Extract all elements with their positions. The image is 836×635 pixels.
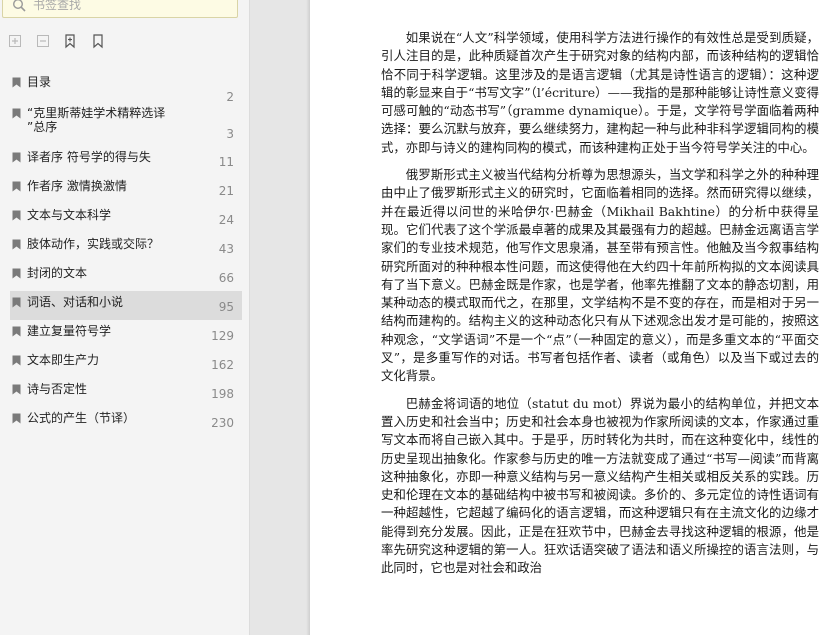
bookmark-label: 作者序 激情换激情 xyxy=(27,179,127,193)
bookmark-ribbon-icon xyxy=(93,34,103,49)
document-page[interactable]: 如果说在“人文”科学领域，使用科学方法进行操作的有效性总是受到质疑，引人注目的是… xyxy=(310,0,836,635)
bookmark-label: 肢体动作，实践或交际？ xyxy=(27,237,160,251)
viewer-background xyxy=(250,0,310,635)
bookmark-page-number: 3 xyxy=(226,127,234,141)
bookmark-page-number: 162 xyxy=(211,358,234,372)
bookmark-page-number: 95 xyxy=(218,300,234,314)
bookmark-label: 文本即生产力 xyxy=(27,353,100,367)
expand-all-button[interactable] xyxy=(6,32,24,50)
bookmark-label: 封闭的文本 xyxy=(27,266,88,280)
bookmark-search-box[interactable] xyxy=(2,0,238,18)
bookmark-toolbar xyxy=(0,32,249,52)
collapse-all-icon xyxy=(37,35,49,47)
paragraph: 如果说在“人文”科学领域，使用科学方法进行操作的有效性总是受到质疑，引人注目的是… xyxy=(381,30,819,155)
bookmark-page-number: 230 xyxy=(211,416,234,430)
expand-all-icon xyxy=(9,35,21,47)
paragraph: 巴赫金将词语的地位（statut du mot）界说为最小的结构单位，并把文本置… xyxy=(381,395,819,576)
bookmark-label: 建立复量符号学 xyxy=(27,324,112,338)
bookmark-label: 文本与文本科学 xyxy=(27,208,112,222)
bookmark-options-button[interactable] xyxy=(89,32,107,50)
paragraph: 俄罗斯形式主义被当代结构分析尊为思想源头，当文学和科学之外的种种理由中止了俄罗斯… xyxy=(381,167,819,384)
bookmark-label: 词语、对话和小说 xyxy=(27,295,124,309)
bookmark-page-number: 11 xyxy=(218,155,234,169)
bookmark-icon xyxy=(12,77,21,88)
bookmark-label: 诗与否定性 xyxy=(27,382,88,396)
bookmark-icon xyxy=(12,384,21,395)
bookmark-icon xyxy=(12,239,21,250)
bookmark-icon xyxy=(12,355,21,366)
search-icon xyxy=(13,0,26,12)
document-body: 如果说在“人文”科学领域，使用科学方法进行操作的有效性总是受到质疑，引人注目的是… xyxy=(381,29,819,587)
bookmark-label: 目录 xyxy=(27,75,52,89)
bookmark-label: 公式的产生（节译） xyxy=(27,411,136,425)
add-bookmark-button[interactable] xyxy=(61,32,79,50)
bookmark-search-input[interactable] xyxy=(33,0,233,15)
bookmark-icon xyxy=(12,326,21,337)
bookmark-page-number: 66 xyxy=(218,271,234,285)
bookmark-page-number: 2 xyxy=(226,90,234,104)
bookmark-page-number: 24 xyxy=(218,213,234,227)
bookmark-icon xyxy=(12,268,21,279)
collapse-all-button[interactable] xyxy=(34,32,52,50)
bookmark-icon xyxy=(12,181,21,192)
bookmark-label: “克里斯蒂娃学术精粹选译 ”总序 xyxy=(27,106,166,134)
bookmark-sidebar: 目录 2 “克里斯蒂娃学术精粹选译 ”总序 3 译者序 符号学的得与失 11 作… xyxy=(0,0,250,635)
bookmark-page-number: 43 xyxy=(218,242,234,256)
bookmark-icon xyxy=(12,108,21,119)
bookmark-page-number: 198 xyxy=(211,387,234,401)
bookmark-icon xyxy=(12,210,21,221)
bookmark-page-number: 129 xyxy=(211,329,234,343)
add-bookmark-icon xyxy=(65,34,75,49)
bookmark-icon xyxy=(12,152,21,163)
bookmark-icon xyxy=(12,413,21,424)
bookmark-label: 译者序 符号学的得与失 xyxy=(27,150,151,164)
bookmark-page-number: 21 xyxy=(218,184,234,198)
bookmark-icon xyxy=(12,297,21,308)
